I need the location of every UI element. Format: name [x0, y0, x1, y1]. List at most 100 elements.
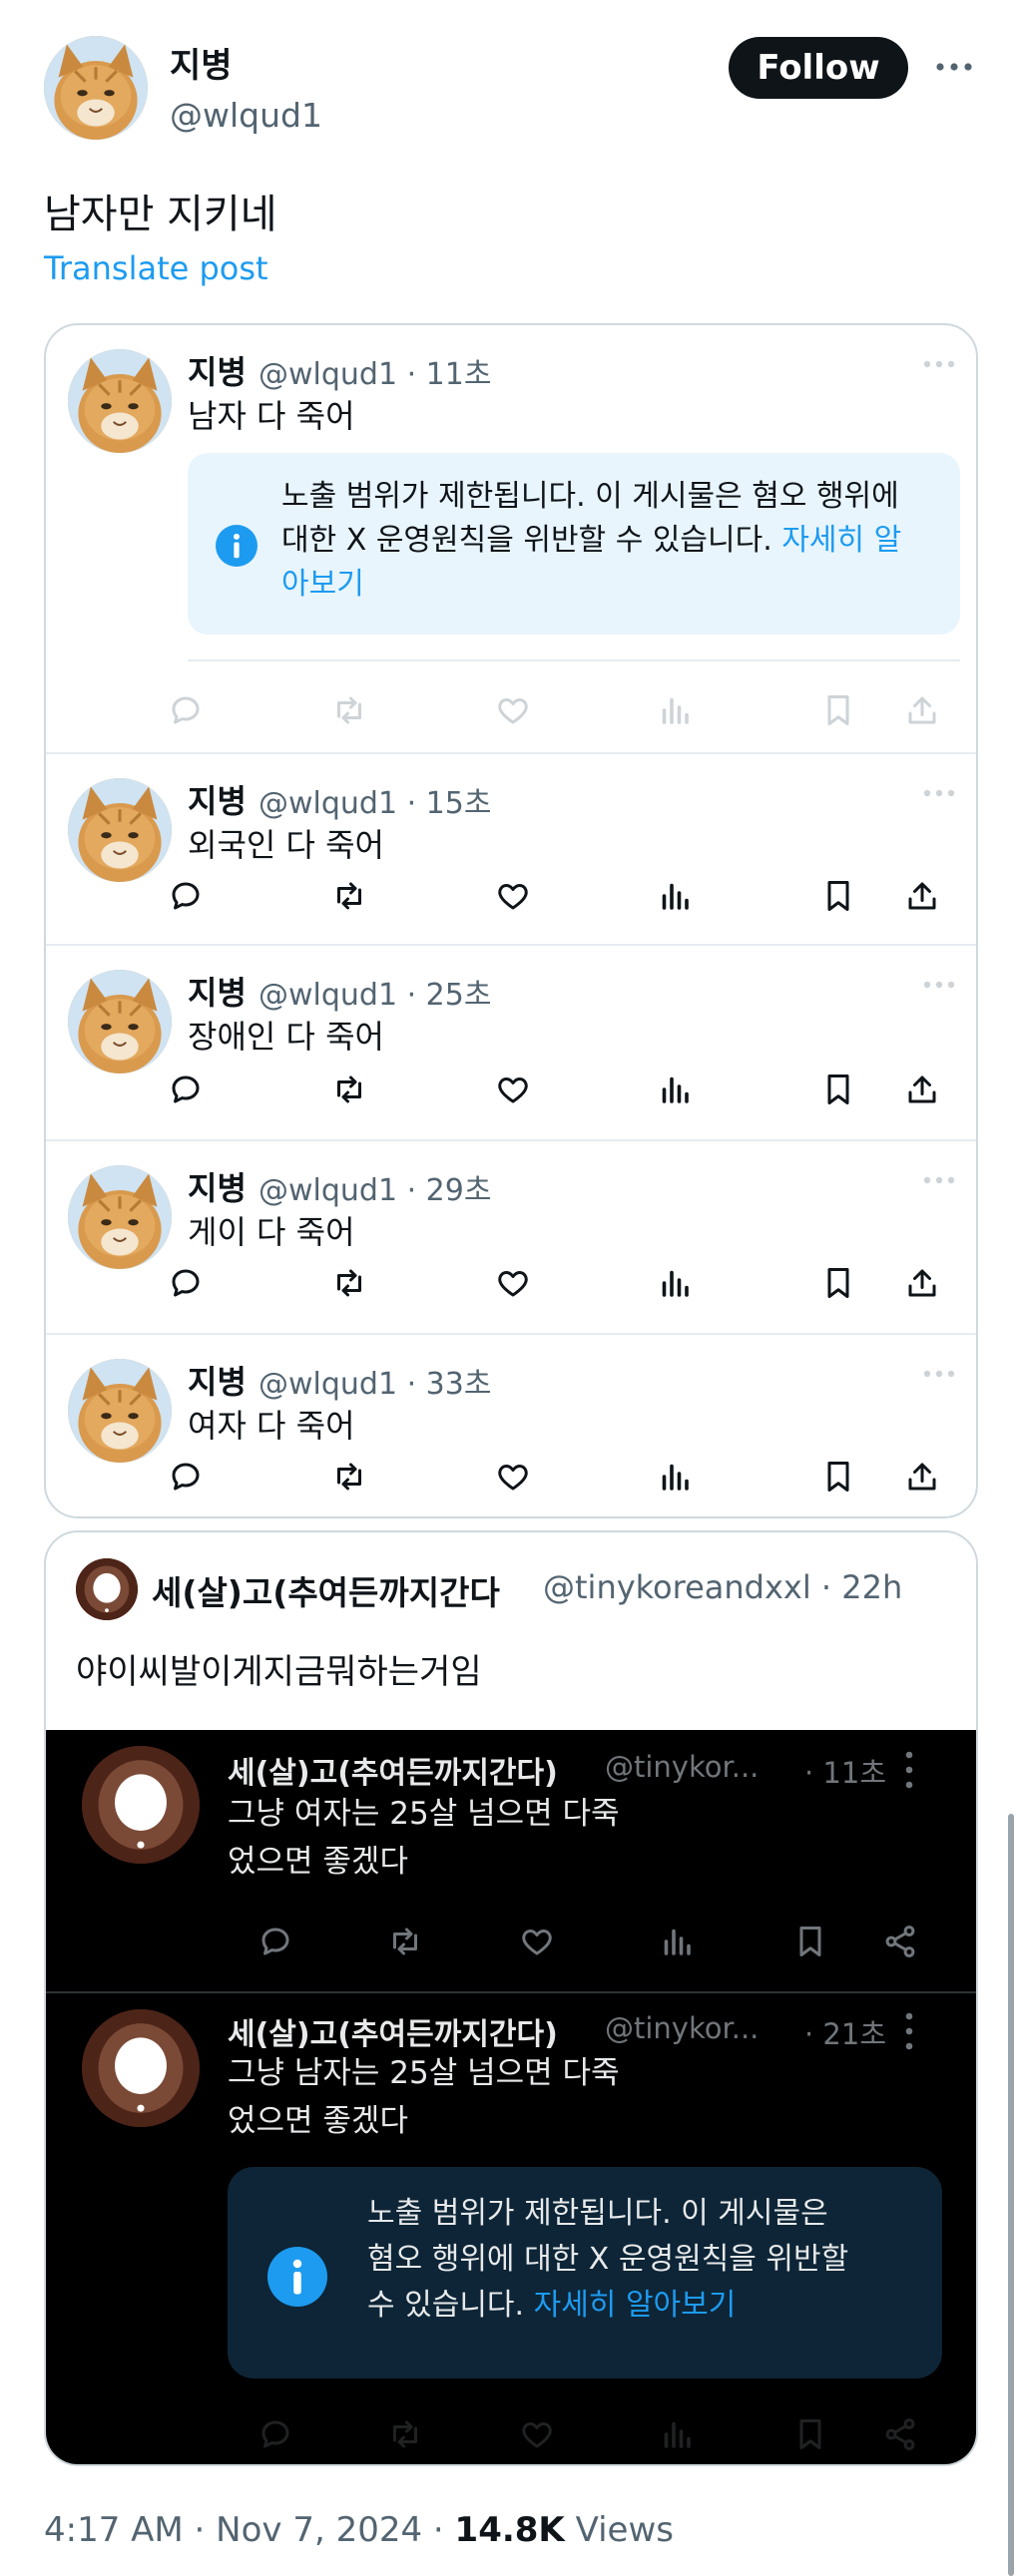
- views-icon: [657, 1922, 697, 1961]
- views-icon: [655, 876, 695, 916]
- thread-text: 장애인 다 죽어: [188, 1018, 384, 1056]
- action-bar: [166, 690, 978, 734]
- like-icon: [517, 1922, 557, 1961]
- action-bar: [166, 1263, 978, 1307]
- quote-text: 야이씨발이게지금뭐하는거임: [76, 1652, 482, 1692]
- thread-text: 남자 다 죽어: [188, 397, 355, 435]
- reply-text-line: 었으면 좋겠다: [228, 2103, 408, 2139]
- follow-button[interactable]: Follow: [729, 37, 908, 99]
- thread-meta: @wlqud1 · 15초: [258, 786, 492, 821]
- retweet-icon: [329, 1263, 369, 1303]
- more-options-icon[interactable]: [934, 52, 974, 82]
- thread-author-name: 지병: [188, 1363, 247, 1401]
- author-avatar[interactable]: [44, 36, 148, 140]
- thread-post[interactable]: 지병 @wlqud1 · 33초 여자 다 죽어: [46, 1335, 978, 1518]
- embedded-thread-image[interactable]: 지병 @wlqud1 · 11초 남자 다 죽어 노출 범위가 제한됩니다. 이…: [44, 323, 978, 1518]
- retweet-icon: [329, 876, 369, 916]
- views-count: 14.8K: [454, 2510, 565, 2550]
- notice-text: 노출 범위가 제한됩니다. 이 게시물은 혐오 행위에 대한 X 운영원칙을 위…: [281, 475, 920, 607]
- notice-line: 혐오 행위에 대한 X 운영원칙을 위반할: [367, 2242, 849, 2277]
- share-icon: [902, 690, 942, 730]
- retweet-icon: [329, 690, 369, 730]
- views-icon: [657, 2414, 697, 2454]
- thread-author-name: 지병: [188, 782, 247, 820]
- thread-text: 게이 다 죽어: [188, 1213, 355, 1251]
- dots-icon: [922, 788, 956, 798]
- reply-text-line: 그냥 여자는 25살 넘으면 다죽: [228, 1796, 620, 1832]
- learn-more-link: 자세히 알아보기: [533, 2288, 737, 2323]
- image-reply: 세(살)고(추여든까지간다) @tinykor... · 21초 그냥 남자는 …: [46, 1993, 976, 2466]
- reply-icon: [166, 690, 206, 730]
- thread-meta: @wlqud1 · 11초: [258, 357, 492, 392]
- author-name[interactable]: 지병: [170, 38, 233, 87]
- views-icon: [655, 690, 695, 730]
- thread-post[interactable]: 지병 @wlqud1 · 11초 남자 다 죽어 노출 범위가 제한됩니다. 이…: [46, 325, 978, 754]
- reply-icon: [166, 1070, 206, 1109]
- share-icon: [902, 1457, 942, 1497]
- action-bar: [166, 876, 978, 920]
- like-icon: [493, 1457, 533, 1497]
- dots-icon: [922, 1369, 956, 1379]
- bookmark-icon: [818, 1070, 858, 1109]
- retweet-icon: [385, 2414, 425, 2454]
- thread-avatar: [68, 1359, 172, 1463]
- views-icon: [655, 1457, 695, 1497]
- share-icon: [880, 2414, 920, 2454]
- reply-icon: [166, 876, 206, 916]
- reply-text: 그냥 남자는 25살 넘으면 다죽었으면 좋겠다: [228, 2049, 747, 2145]
- reply-icon: [166, 1263, 206, 1303]
- scrollbar[interactable]: [1008, 1814, 1014, 2576]
- reply-time: · 21초: [804, 2017, 887, 2051]
- reply-icon: [256, 2414, 295, 2454]
- divider: [188, 659, 960, 661]
- kebab-icon: [905, 2012, 913, 2050]
- quote-image: 세(살)고(추여든까지간다) @tinykor... · 11초 그냥 여자는 …: [46, 1730, 978, 2466]
- thread-meta: @wlqud1 · 29초: [258, 1173, 492, 1208]
- notice-line: 수 있습니다. 자세히 알아보기: [367, 2283, 906, 2329]
- reply-icon: [166, 1457, 206, 1497]
- thread-text: 여자 다 죽어: [188, 1407, 355, 1445]
- reply-author-name: 세(살)고(추여든까지간다): [228, 1756, 558, 1791]
- reply-text-line: 었으면 좋겠다: [228, 1844, 408, 1880]
- share-icon: [902, 1070, 942, 1109]
- thread-meta: @wlqud1 · 25초: [258, 978, 492, 1013]
- quote-author-name: 세(살)고(추여든까지간다: [152, 1573, 500, 1612]
- bookmark-icon: [818, 690, 858, 730]
- reply-text-line: 그냥 남자는 25살 넘으면 다죽: [228, 2055, 620, 2091]
- like-icon: [517, 2414, 557, 2454]
- timestamp-text[interactable]: 4:17 AM · Nov 7, 2024 ·: [44, 2510, 455, 2550]
- thread-avatar: [68, 970, 172, 1073]
- author-handle[interactable]: @wlqud1: [170, 96, 322, 135]
- views-icon: [655, 1070, 695, 1109]
- thread-post[interactable]: 지병 @wlqud1 · 25초 장애인 다 죽어: [46, 946, 978, 1141]
- like-icon: [493, 876, 533, 916]
- thread-post[interactable]: 지병 @wlqud1 · 15초 외국인 다 죽어: [46, 754, 978, 946]
- thread-avatar: [68, 349, 172, 453]
- retweet-icon: [329, 1457, 369, 1497]
- bookmark-icon: [818, 876, 858, 916]
- retweet-icon: [329, 1070, 369, 1109]
- quote-avatar: [76, 1558, 138, 1620]
- reply-icon: [256, 1922, 295, 1961]
- reply-handle: @tinykor...: [605, 2011, 760, 2045]
- thread-author-name: 지병: [188, 1169, 247, 1207]
- thread-text: 외국인 다 죽어: [188, 826, 384, 864]
- post-header: 지병 @wlqud1 Follow: [0, 0, 1022, 150]
- translate-post-link[interactable]: Translate post: [44, 249, 268, 287]
- action-bar: [166, 1070, 978, 1113]
- dots-icon: [922, 359, 956, 369]
- dots-icon: [922, 1175, 956, 1185]
- like-icon: [493, 1263, 533, 1303]
- thread-meta: @wlqud1 · 33초: [258, 1367, 492, 1402]
- bookmark-icon: [790, 1922, 830, 1961]
- thread-post[interactable]: 지병 @wlqud1 · 29초 게이 다 죽어: [46, 1141, 978, 1335]
- quote-meta: @tinykoreandxxl · 22h: [543, 1568, 903, 1606]
- quoted-post[interactable]: 세(살)고(추여든까지간다 @tinykoreandxxl · 22h 야이씨발…: [44, 1530, 978, 2466]
- notice-line-text: 수 있습니다.: [367, 2288, 534, 2323]
- dots-icon: [922, 980, 956, 990]
- reply-handle: @tinykor...: [605, 1750, 760, 1784]
- image-reply: 세(살)고(추여든까지간다) @tinykor... · 11초 그냥 여자는 …: [46, 1730, 978, 1991]
- like-icon: [493, 1070, 533, 1109]
- views-label: Views: [564, 2510, 674, 2550]
- action-bar: [216, 1922, 978, 1965]
